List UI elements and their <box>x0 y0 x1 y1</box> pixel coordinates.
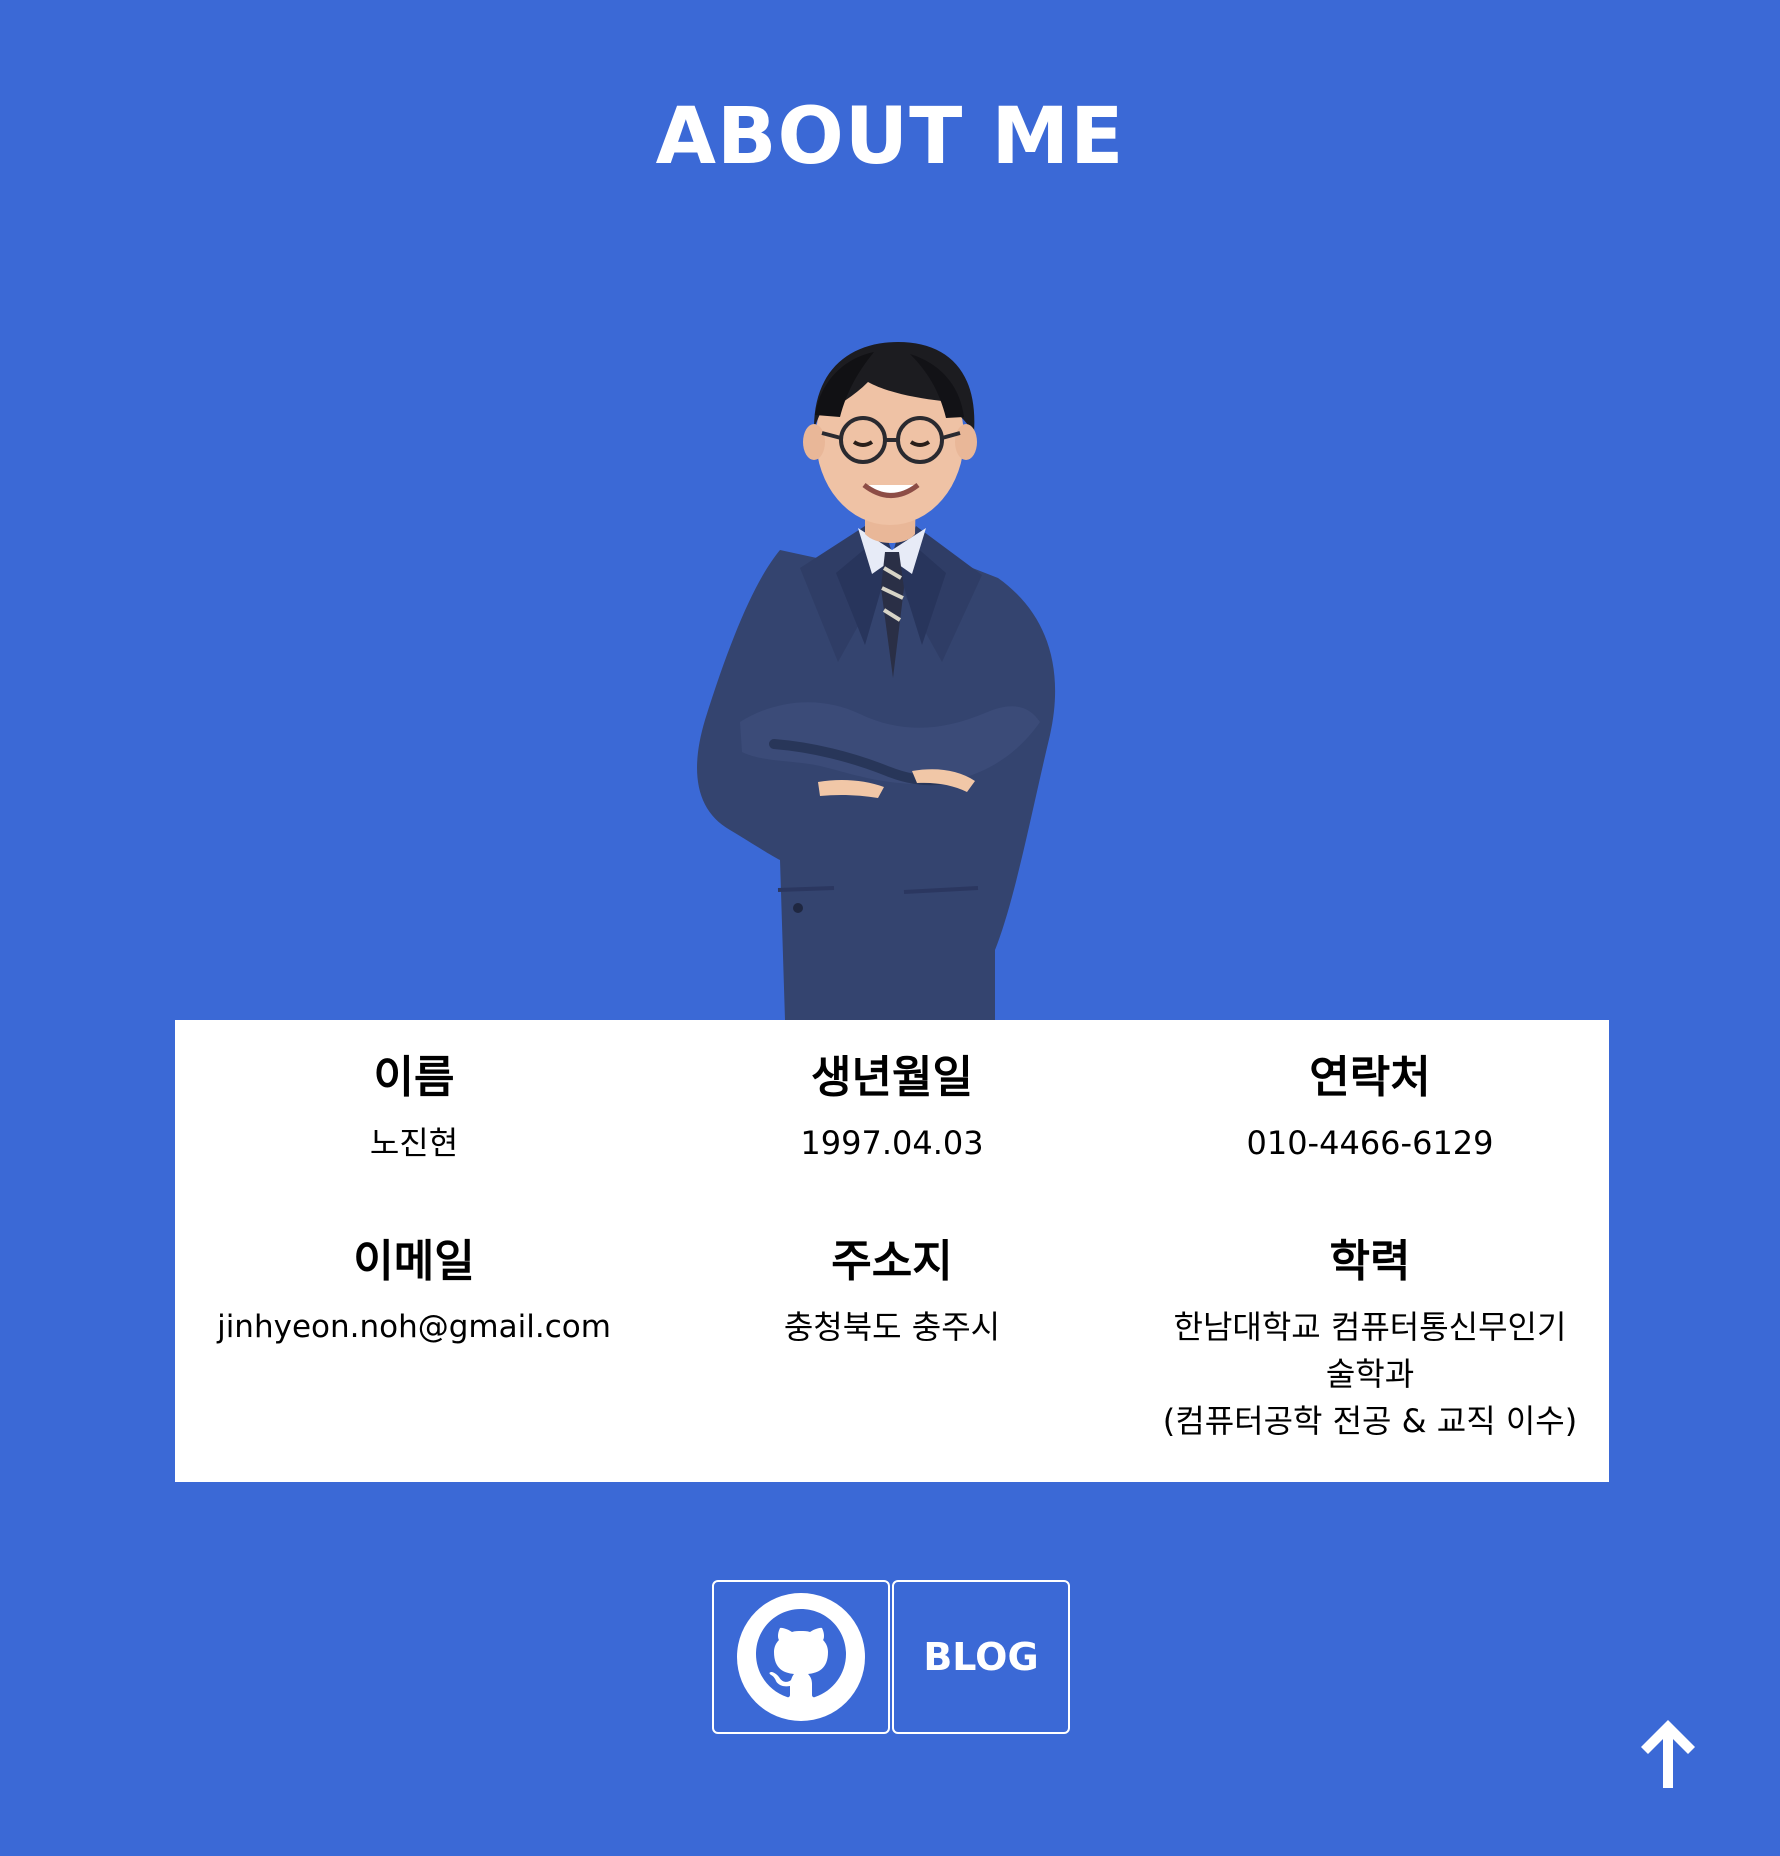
education-line-3: (컴퓨터공학 전공 & 교직 이수) <box>1162 1402 1578 1440</box>
github-icon <box>737 1593 865 1721</box>
blog-button[interactable]: BLOG <box>892 1580 1070 1734</box>
profile-item-phone: 연락처 010-4466-6129 <box>1131 1050 1609 1167</box>
arrow-up-icon <box>1641 1720 1695 1788</box>
profile-item-birthdate: 생년월일 1997.04.03 <box>653 1050 1131 1167</box>
education-line-1: 한남대학교 컴퓨터통신무인기 <box>1173 1308 1567 1346</box>
page-title: ABOUT ME <box>655 92 1125 182</box>
profile-label-education: 학력 <box>1329 1236 1411 1287</box>
profile-label-address: 주소지 <box>831 1236 953 1287</box>
profile-value-birthdate: 1997.04.03 <box>800 1124 984 1162</box>
profile-label-phone: 연락처 <box>1309 1052 1431 1103</box>
profile-value-address: 충청북도 충주시 <box>783 1308 1001 1346</box>
profile-label-email: 이메일 <box>353 1236 475 1287</box>
github-button[interactable] <box>712 1580 890 1734</box>
scroll-top-button[interactable] <box>1632 1716 1704 1792</box>
profile-item-email: 이메일 jinhyeon.noh@gmail.com <box>175 1234 653 1351</box>
profile-item-address: 주소지 충청북도 충주시 <box>653 1234 1131 1351</box>
profile-label-birthdate: 생년월일 <box>811 1052 973 1103</box>
profile-value-name: 노진현 <box>369 1124 459 1162</box>
profile-item-education: 학력 한남대학교 컴퓨터통신무인기 술학과 (컴퓨터공학 전공 & 교직 이수) <box>1131 1234 1609 1445</box>
profile-photo <box>660 340 1120 1020</box>
profile-label-name: 이름 <box>373 1052 455 1103</box>
profile-value-phone: 010-4466-6129 <box>1246 1124 1494 1162</box>
profile-value-email: jinhyeon.noh@gmail.com <box>217 1309 611 1345</box>
person-portrait-icon <box>697 342 1056 1020</box>
education-line-2: 술학과 <box>1325 1355 1415 1393</box>
profile-info-card: 이름 노진현 생년월일 1997.04.03 연락처 010-4466-6129… <box>175 1020 1609 1482</box>
profile-value-education: 한남대학교 컴퓨터통신무인기 술학과 (컴퓨터공학 전공 & 교직 이수) <box>1131 1304 1609 1445</box>
blog-label: BLOG <box>923 1635 1039 1679</box>
profile-item-name: 이름 노진현 <box>175 1050 653 1167</box>
